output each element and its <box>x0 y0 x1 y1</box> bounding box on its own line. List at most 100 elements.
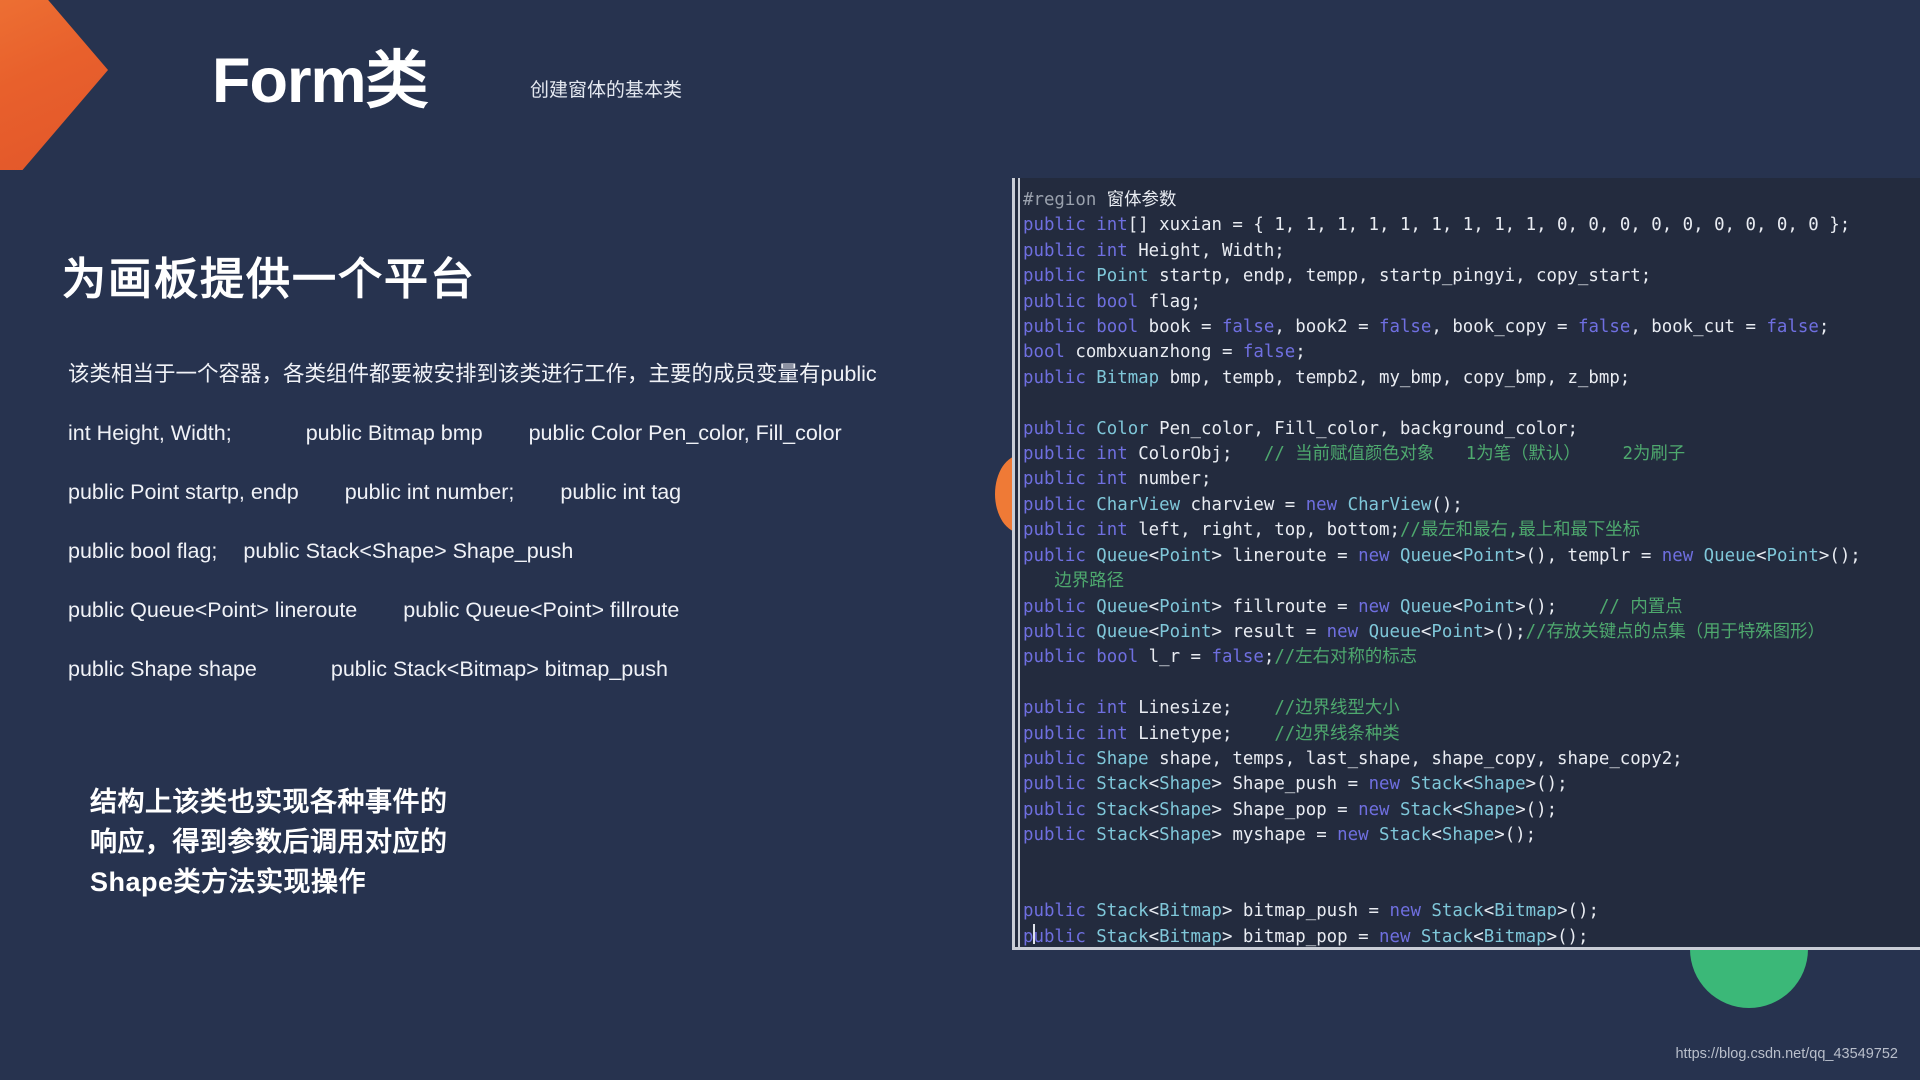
code-token: shape, temps, last_shape, shape_copy, sh… <box>1148 748 1683 769</box>
code-token: public <box>1023 291 1097 312</box>
code-token: bool <box>1096 647 1139 668</box>
code-token: int <box>1096 520 1128 541</box>
body-line-3: public Point startp, endp public int numb… <box>68 463 998 522</box>
code-token: Stack <box>1096 774 1149 795</box>
code-token: Shape <box>1159 825 1212 846</box>
body-line-5-a: public Queue<Point> lineroute <box>68 598 358 622</box>
code-token: public <box>1023 444 1097 465</box>
code-token: false <box>1379 317 1432 338</box>
code-token: //存放关键点的点集（用于特殊图形） <box>1525 621 1825 642</box>
code-token: public <box>1023 266 1097 287</box>
code-token: public <box>1023 799 1097 820</box>
code-line: public int Linetype; //边界线条种类 <box>1023 722 1920 747</box>
code-line: public CharView charview = new CharView(… <box>1023 493 1920 518</box>
code-token: > fillroute = <box>1211 596 1359 617</box>
code-token: left, right, top, bottom; <box>1127 520 1400 541</box>
code-line: public int number; <box>1023 467 1920 492</box>
code-token: public <box>1023 596 1097 617</box>
code-token: >(); <box>1525 774 1568 795</box>
code-token: 窗体参数 <box>1106 190 1177 210</box>
code-token: false <box>1211 647 1264 668</box>
code-token: //边界线条种类 <box>1274 723 1400 744</box>
callout-line-2: 响应，得到参数后调用对应的 <box>90 827 448 857</box>
body-line-4-b: public Stack<Shape> Shape_push <box>243 539 574 563</box>
code-token: >(); <box>1515 799 1558 820</box>
code-token: Point <box>1159 596 1212 617</box>
code-token: Bitmap <box>1096 367 1160 388</box>
code-token: Point <box>1096 266 1149 287</box>
code-line: public Queue<Point> result = new Queue<P… <box>1023 620 1920 645</box>
code-token: Pen_color, Fill_color, background_color; <box>1148 418 1578 439</box>
code-token: false <box>1242 342 1296 363</box>
code-token: < <box>1431 825 1442 846</box>
code-token: >(); <box>1557 901 1599 922</box>
code-token: #region <box>1023 190 1107 210</box>
code-token: false <box>1766 317 1819 338</box>
code-token: Stack <box>1420 926 1474 947</box>
code-token: CharView <box>1096 494 1181 515</box>
body-line-2-c: public Color Pen_color, Fill_color <box>528 421 842 445</box>
code-token: Color <box>1096 418 1149 439</box>
code-line: public Stack<Bitmap> bitmap_push = new S… <box>1023 899 1920 924</box>
code-token: [] xuxian = { <box>1127 215 1275 236</box>
code-token: combxuanzhong = <box>1064 342 1243 363</box>
code-token: < <box>1756 545 1767 566</box>
code-token: Queue <box>1096 545 1149 566</box>
code-token: < <box>1483 901 1495 922</box>
callout-line-3: Shape类方法实现操作 <box>90 867 367 897</box>
slide-canvas: Form类 创建窗体的基本类 为画板提供一个平台 该类相当于一个容器，各类组件都… <box>0 0 1920 1080</box>
body-line-paragraph: 该类相当于一个容器，各类组件都要被安排到该类进行工作，主要的成员变量有publi… <box>68 362 877 386</box>
code-line: public Bitmap bmp, tempb, tempb2, my_bmp… <box>1023 366 1920 391</box>
code-token: int <box>1096 444 1128 465</box>
code-token: Stack <box>1096 926 1149 947</box>
code-line: public Color Pen_color, Fill_color, back… <box>1023 417 1920 442</box>
code-token: (); <box>1431 494 1463 515</box>
code-token: ; <box>1818 317 1830 338</box>
code-token: < <box>1148 545 1160 566</box>
code-token: Stack <box>1096 825 1149 846</box>
code-token: Linesize; <box>1127 698 1275 719</box>
code-token: public <box>1023 215 1097 236</box>
code-line: public Stack<Shape> myshape = new Stack<… <box>1023 823 1920 848</box>
code-line: public int Height, Width; <box>1023 239 1920 264</box>
code-token: new <box>1358 799 1400 820</box>
code-token: Bitmap <box>1483 926 1547 947</box>
code-token: > result = <box>1211 621 1327 642</box>
code-token: false <box>1577 317 1631 338</box>
code-token: public <box>1023 367 1097 388</box>
code-token: < <box>1452 596 1463 617</box>
code-token: false <box>1221 317 1275 338</box>
body-line-4-a: public bool flag; <box>68 539 218 563</box>
code-token: Shape <box>1473 774 1526 795</box>
code-token: Queue <box>1096 596 1149 617</box>
code-token: >(); <box>1483 621 1526 642</box>
code-line: public Shape shape, temps, last_shape, s… <box>1023 747 1920 772</box>
code-token: Stack <box>1379 825 1432 846</box>
code-content: #region 窗体参数 public int[] xuxian = { 1, 1… <box>1015 178 1920 950</box>
body-line-6-a: public Shape shape <box>68 657 257 681</box>
code-token: public <box>1023 825 1097 846</box>
text-cursor <box>1033 924 1035 944</box>
code-token: public <box>1023 520 1097 541</box>
code-token: Bitmap <box>1159 926 1222 947</box>
code-token: public <box>1023 469 1097 490</box>
code-token: Queue <box>1703 545 1757 566</box>
code-token: < <box>1148 825 1160 846</box>
code-line: public int[] xuxian = { 1, 1, 1, 1, 1, 1… <box>1023 213 1920 238</box>
code-token: new <box>1326 621 1369 642</box>
code-line: public int left, right, top, bottom;//最左… <box>1023 518 1920 543</box>
code-token: Point <box>1462 545 1516 566</box>
code-token: public <box>1023 748 1097 769</box>
code-token: public <box>1023 317 1097 338</box>
code-token: , 1, 1, 1, 1, 1, 1, 1, 1, 0, 0, 0, 0, 0,… <box>1284 215 1851 236</box>
code-line: bool combxuanzhong = false; <box>1023 340 1920 365</box>
code-line: public int Linesize; //边界线型大小 <box>1023 696 1920 721</box>
callout-block: 结构上该类也实现各种事件的 响应，得到参数后调用对应的 Shape类方法实现操作 <box>90 782 448 902</box>
watermark-url: https://blog.csdn.net/qq_43549752 <box>1675 1046 1898 1062</box>
code-token: 边界路径 <box>1023 571 1124 592</box>
body-line-2-a: int Height, Width; <box>68 421 232 445</box>
code-token: new <box>1389 901 1432 922</box>
code-token: number; <box>1127 469 1212 490</box>
code-line: public bool l_r = false;//左右对称的标志 <box>1023 645 1920 670</box>
